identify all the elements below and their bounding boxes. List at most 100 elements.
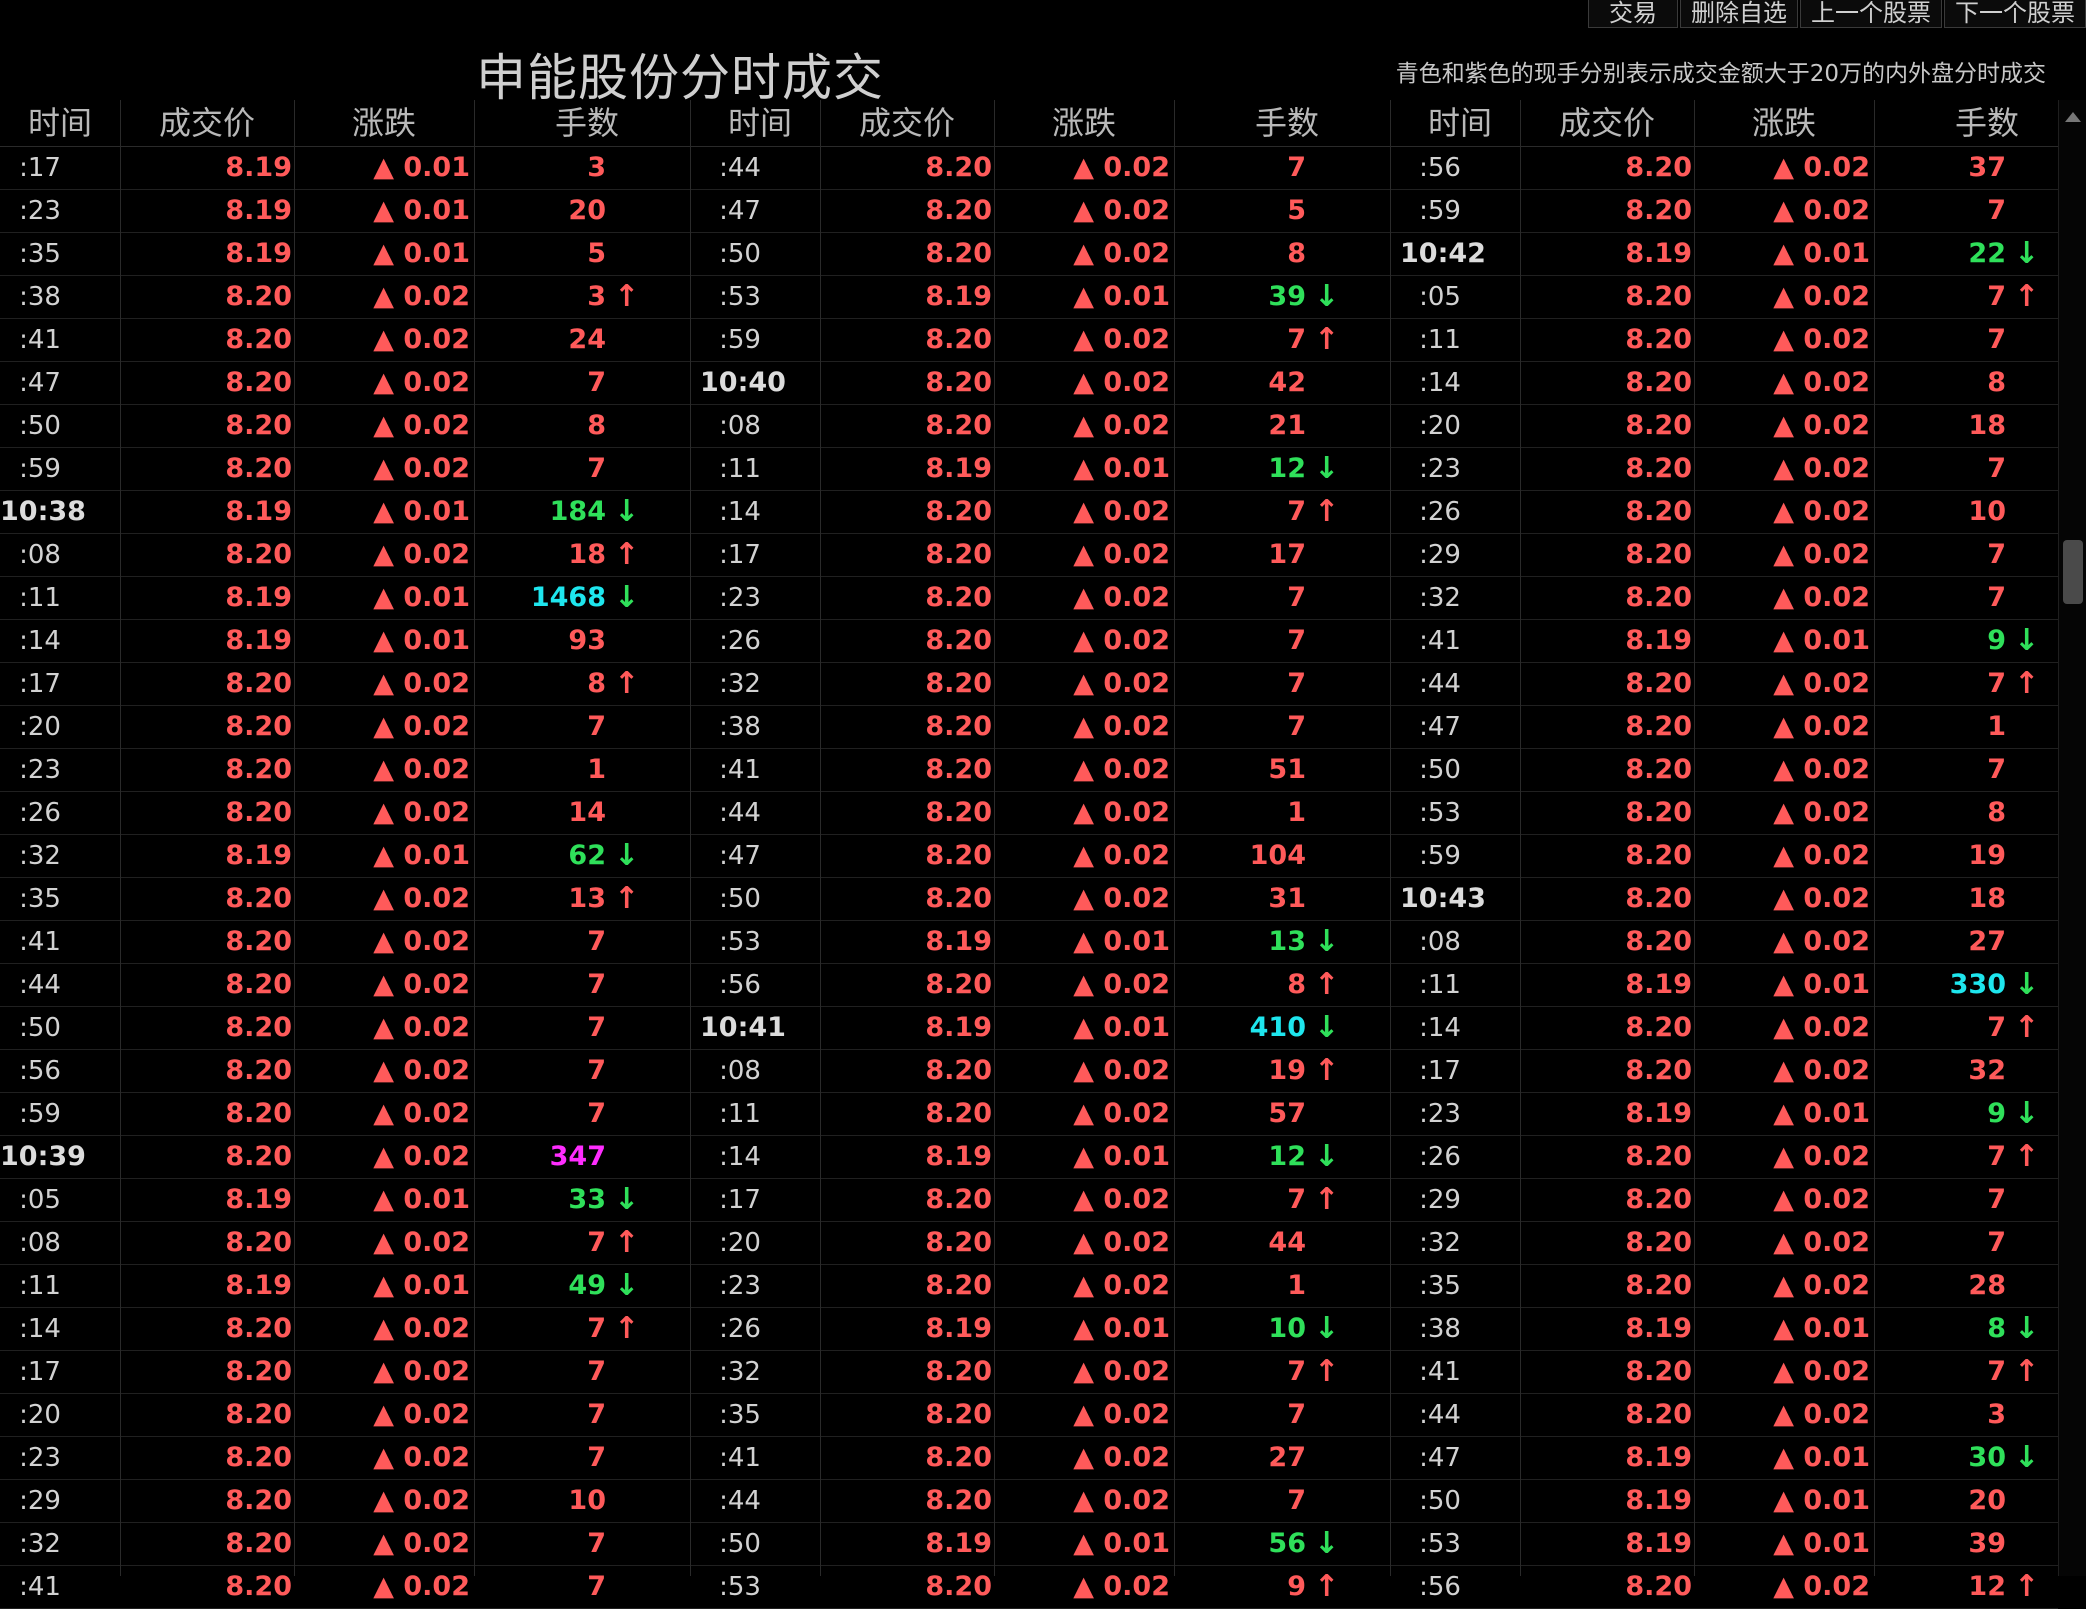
trade-time: :26 xyxy=(719,1314,761,1344)
trade-price: 8.20 xyxy=(225,410,292,441)
trade-time: :05 xyxy=(19,1185,61,1215)
trade-volume: 32 xyxy=(1968,1055,2006,1086)
price-change: ▲ 0.02 xyxy=(373,1313,470,1344)
trade-time: 10:38 xyxy=(0,496,86,527)
trade-time: :50 xyxy=(719,1529,761,1559)
trade-volume: 22 xyxy=(1968,238,2006,269)
trade-price: 8.19 xyxy=(225,840,292,871)
trade-volume: 37 xyxy=(1968,152,2006,183)
price-change: ▲ 0.02 xyxy=(1073,582,1170,613)
header-volume: 手数 xyxy=(1254,104,1319,142)
header-change: 涨跌 xyxy=(1051,104,1116,142)
trade-time: :53 xyxy=(1419,1529,1461,1559)
trade-price: 8.20 xyxy=(1625,1012,1692,1043)
trade-price: 8.20 xyxy=(1625,840,1692,871)
trade-price: 8.20 xyxy=(925,1184,992,1215)
trade-time: :32 xyxy=(19,1529,61,1559)
price-change: ▲ 0.02 xyxy=(1773,410,1870,441)
trade-volume: 7 xyxy=(587,926,606,957)
price-change: ▲ 0.01 xyxy=(1073,453,1170,484)
trade-time: :50 xyxy=(1419,755,1461,785)
trade-time: :50 xyxy=(719,884,761,914)
trade-volume: 8 xyxy=(1987,367,2006,398)
arrow-down-icon: ↓ xyxy=(614,1182,640,1217)
trade-volume: 7 xyxy=(1287,1399,1306,1430)
trade-time: :50 xyxy=(719,239,761,269)
trade-volume: 9 xyxy=(1987,1098,2006,1129)
trade-price: 8.20 xyxy=(1625,281,1692,312)
trade-time: :35 xyxy=(1419,1271,1461,1301)
table-header: 时间 成交价 涨跌 手数 时间 成交价 涨跌 手数 时间 成交价 涨跌 手数 xyxy=(0,100,2058,147)
column-divider xyxy=(994,100,995,1576)
trade-price: 8.20 xyxy=(925,1098,992,1129)
scroll-up-arrow-icon[interactable] xyxy=(2065,112,2081,122)
trade-volume: 7 xyxy=(587,1227,606,1258)
header-time: 时间 xyxy=(727,104,792,142)
price-change: ▲ 0.01 xyxy=(373,625,470,656)
remove-watchlist-button[interactable]: 删除自选 xyxy=(1680,0,1798,28)
trade-price: 8.20 xyxy=(225,1356,292,1387)
trade-price: 8.20 xyxy=(1625,711,1692,742)
trade-time: :41 xyxy=(19,1572,61,1602)
trade-time: :20 xyxy=(19,1400,61,1430)
header-volume: 手数 xyxy=(1954,104,2019,142)
trade-time: 10:39 xyxy=(0,1141,86,1172)
top-toolbar: 交易 删除自选 上一个股票 下一个股票 xyxy=(1586,0,2086,30)
price-change: ▲ 0.02 xyxy=(373,1399,470,1430)
previous-stock-button[interactable]: 上一个股票 xyxy=(1800,0,1942,28)
trade-time: :14 xyxy=(719,497,761,527)
column-divider xyxy=(1694,100,1695,1576)
trade-volume: 8 xyxy=(1987,797,2006,828)
trade-time: :20 xyxy=(719,1228,761,1258)
next-stock-button[interactable]: 下一个股票 xyxy=(1944,0,2086,28)
trade-volume: 18 xyxy=(1968,410,2006,441)
trade-price: 8.20 xyxy=(225,797,292,828)
trade-price: 8.20 xyxy=(1625,1571,1692,1602)
price-change: ▲ 0.02 xyxy=(373,1055,470,1086)
trade-volume: 27 xyxy=(1268,1442,1306,1473)
arrow-down-icon: ↓ xyxy=(614,838,640,873)
trade-price: 8.20 xyxy=(225,754,292,785)
vertical-scrollbar[interactable] xyxy=(2058,100,2086,1576)
trade-volume: 27 xyxy=(1968,926,2006,957)
trade-price: 8.20 xyxy=(225,1012,292,1043)
price-change: ▲ 0.02 xyxy=(373,410,470,441)
table-row: :23 8.20 ▲ 0.02 7:41 8.20 ▲ 0.02 27:47 8.19 ▲ 0.… xyxy=(0,1437,2058,1480)
trade-time: :08 xyxy=(719,1056,761,1086)
trade-price: 8.20 xyxy=(225,711,292,742)
price-change: ▲ 0.01 xyxy=(373,1270,470,1301)
trade-time: 10:40 xyxy=(700,367,786,398)
table-row: :32 8.19 ▲ 0.01 62 ↓:47 8.20 ▲ 0.02 104:59 8.20 ▲… xyxy=(0,835,2058,878)
arrow-down-icon: ↓ xyxy=(2014,1311,2040,1346)
trade-price: 8.20 xyxy=(925,668,992,699)
trade-time: :23 xyxy=(19,755,61,785)
price-change: ▲ 0.02 xyxy=(1773,453,1870,484)
price-change: ▲ 0.02 xyxy=(1073,969,1170,1000)
arrow-up-icon: ↑ xyxy=(614,881,640,916)
trade-price: 8.20 xyxy=(225,1313,292,1344)
price-change: ▲ 0.02 xyxy=(1073,1270,1170,1301)
price-change: ▲ 0.02 xyxy=(1073,1356,1170,1387)
trade-time: :56 xyxy=(19,1056,61,1086)
trade-price: 8.20 xyxy=(925,625,992,656)
trade-volume: 33 xyxy=(568,1184,606,1215)
trade-volume: 7 xyxy=(1987,1356,2006,1387)
trade-price: 8.20 xyxy=(1625,797,1692,828)
price-change: ▲ 0.01 xyxy=(1073,1528,1170,1559)
trade-time: :11 xyxy=(719,454,761,484)
trade-price: 8.20 xyxy=(925,1399,992,1430)
price-change: ▲ 0.02 xyxy=(1073,410,1170,441)
trade-time: :41 xyxy=(1419,1357,1461,1387)
scrollbar-thumb[interactable] xyxy=(2063,540,2083,604)
price-change: ▲ 0.02 xyxy=(373,1442,470,1473)
trade-price: 8.19 xyxy=(1625,238,1692,269)
price-change: ▲ 0.02 xyxy=(1773,797,1870,828)
trade-button[interactable]: 交易 xyxy=(1588,0,1678,28)
table-row: :14 8.20 ▲ 0.02 7 ↑:26 8.19 ▲ 0.01 10 ↓:38 8.19 ▲ … xyxy=(0,1308,2058,1351)
trade-time: 10:42 xyxy=(1400,238,1486,269)
trade-volume: 7 xyxy=(1987,1227,2006,1258)
trade-price: 8.20 xyxy=(925,238,992,269)
price-change: ▲ 0.01 xyxy=(1773,1442,1870,1473)
trade-volume: 7 xyxy=(587,1571,606,1602)
table-row: 10:39 8.20 ▲ 0.02 347:14 8.19 ▲ 0.01 12 ↓:26 8.2… xyxy=(0,1136,2058,1179)
